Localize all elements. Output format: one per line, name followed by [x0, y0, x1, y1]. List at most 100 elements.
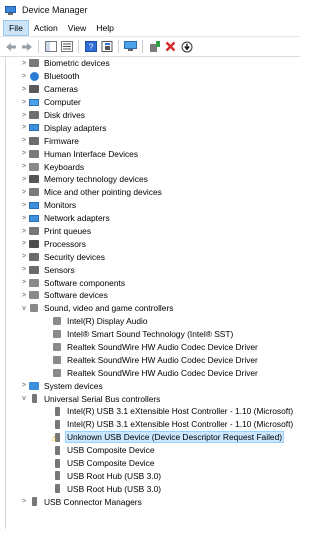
expand-arrow-icon[interactable]: > [19, 292, 29, 299]
tree-item-label: Print queues [44, 226, 92, 237]
toolbar-separator [78, 40, 79, 53]
forward-arrow-icon[interactable] [20, 40, 33, 53]
tree-category[interactable]: > System devices [6, 379, 300, 392]
tree-category[interactable]: > Monitors [6, 199, 300, 212]
tree-category[interactable]: > Cameras [6, 83, 300, 96]
tree-category[interactable]: > Software devices [6, 289, 300, 302]
toolbar-separator [142, 40, 143, 53]
menu-file-label: File [9, 23, 23, 33]
update-driver-icon[interactable] [148, 40, 161, 53]
uninstall-device-icon[interactable] [164, 40, 177, 53]
tree-category[interactable]: > Bluetooth [6, 70, 300, 83]
tree-item-label: Computer [44, 97, 81, 108]
tree-device[interactable]: Realtek SoundWire HW Audio Codec Device … [6, 353, 300, 366]
collapse-arrow-icon[interactable]: v [19, 305, 29, 312]
menu-bar: File Action View Help [0, 20, 300, 37]
printer-icon [29, 227, 39, 236]
tree-device[interactable]: ⚠ Unknown USB Device (Device Descriptor R… [6, 431, 300, 444]
expand-arrow-icon[interactable]: > [19, 266, 29, 273]
expand-arrow-icon[interactable]: > [19, 124, 29, 131]
expand-arrow-icon[interactable]: > [19, 215, 29, 222]
tree-item-label: Intel® Smart Sound Technology (Intel® SS… [67, 329, 234, 340]
menu-file[interactable]: File [3, 20, 29, 36]
expand-arrow-icon[interactable]: > [19, 498, 29, 505]
expand-arrow-icon[interactable]: > [19, 228, 29, 235]
tree-category[interactable]: v Sound, video and game controllers [6, 302, 300, 315]
menu-help-label: Help [96, 23, 114, 33]
expand-arrow-icon[interactable]: > [19, 382, 29, 389]
expand-arrow-icon[interactable]: > [19, 240, 29, 247]
tree-category[interactable]: > Mice and other pointing devices [6, 186, 300, 199]
properties-icon[interactable] [60, 40, 73, 53]
tree-category[interactable]: > Human Interface Devices [6, 147, 300, 160]
device-manager-icon [5, 5, 16, 15]
tree-category[interactable]: > Disk drives [6, 109, 300, 122]
tree-device[interactable]: Realtek SoundWire HW Audio Codec Device … [6, 341, 300, 354]
usb-icon [52, 445, 62, 455]
mouse-icon [29, 188, 39, 197]
tree-device[interactable]: USB Root Hub (USB 3.0) [6, 470, 300, 483]
expand-arrow-icon[interactable]: > [19, 86, 29, 93]
expand-arrow-icon[interactable]: > [19, 60, 29, 67]
toolbar: ? [0, 37, 300, 57]
expand-arrow-icon[interactable]: > [19, 99, 29, 106]
tree-item-label: Universal Serial Bus controllers [44, 393, 161, 404]
tree-device[interactable]: Realtek SoundWire HW Audio Codec Device … [6, 366, 300, 379]
tree-category[interactable]: > Memory technology devices [6, 173, 300, 186]
tree-device[interactable]: Intel(R) Display Audio [6, 315, 300, 328]
device-tree[interactable]: > Biometric devices > Bluetooth > Cameras > Com… [5, 57, 300, 529]
tree-device[interactable]: Intel(R) USB 3.1 eXtensible Host Control… [6, 418, 300, 431]
tree-device[interactable]: USB Root Hub (USB 3.0) [6, 482, 300, 495]
tree-device[interactable]: Intel® Smart Sound Technology (Intel® SS… [6, 328, 300, 341]
menu-action[interactable]: Action [29, 20, 63, 36]
memory-icon [29, 175, 39, 184]
tree-category[interactable]: > Keyboards [6, 160, 300, 173]
monitor-icon [29, 201, 39, 210]
help-book-icon[interactable] [100, 40, 113, 53]
expand-arrow-icon[interactable]: > [19, 150, 29, 157]
tree-category[interactable]: > Computer [6, 96, 300, 109]
tree-device[interactable]: USB Composite Device [6, 457, 300, 470]
menu-view[interactable]: View [63, 20, 91, 36]
tree-category[interactable]: > Biometric devices [6, 57, 300, 70]
tree-category[interactable]: > Display adapters [6, 121, 300, 134]
tree-item-label: Disk drives [44, 110, 85, 120]
tree-category[interactable]: > Security devices [6, 250, 300, 263]
camera-icon [29, 85, 39, 94]
tree-item-label: Software components [44, 277, 126, 288]
tree-category[interactable]: > Network adapters [6, 212, 300, 225]
tree-category[interactable]: > Sensors [6, 263, 300, 276]
menu-help[interactable]: Help [91, 20, 119, 36]
tree-item-label: USB Connector Managers [44, 496, 142, 507]
expand-arrow-icon[interactable]: > [19, 253, 29, 260]
usb-warning-icon: ⚠ [51, 432, 62, 443]
collapse-arrow-icon[interactable]: v [19, 395, 29, 402]
tree-category[interactable]: > USB Connector Managers [6, 495, 300, 508]
expand-arrow-icon[interactable]: > [19, 189, 29, 196]
expand-arrow-icon[interactable]: > [19, 137, 29, 144]
expand-arrow-icon[interactable]: > [19, 163, 29, 170]
svg-text:?: ? [88, 43, 93, 52]
usb-icon [52, 419, 62, 429]
tree-category[interactable]: > Processors [6, 237, 300, 250]
audio-device-icon [52, 330, 62, 339]
help-icon[interactable]: ? [84, 40, 97, 53]
expand-arrow-icon[interactable]: > [19, 202, 29, 209]
expand-arrow-icon[interactable]: > [19, 176, 29, 183]
expand-arrow-icon[interactable]: > [19, 112, 29, 119]
tree-item-label: Intel(R) Display Audio [67, 316, 148, 327]
tree-category[interactable]: > Print queues [6, 225, 300, 238]
show-hide-tree-icon[interactable] [44, 40, 57, 53]
expand-arrow-icon[interactable]: > [19, 279, 29, 286]
disk-drive-icon [29, 111, 39, 120]
expand-arrow-icon[interactable]: > [19, 73, 29, 80]
tree-category[interactable]: v Universal Serial Bus controllers [6, 392, 300, 405]
back-arrow-icon[interactable] [4, 40, 17, 53]
disable-device-icon[interactable] [180, 40, 193, 53]
tree-category[interactable]: > Firmware [6, 134, 300, 147]
tree-item-label: Bluetooth [44, 71, 80, 82]
tree-device[interactable]: Intel(R) USB 3.1 eXtensible Host Control… [6, 405, 300, 418]
tree-category[interactable]: > Software components [6, 276, 300, 289]
scan-hardware-icon[interactable] [124, 40, 137, 53]
tree-device[interactable]: USB Composite Device [6, 444, 300, 457]
